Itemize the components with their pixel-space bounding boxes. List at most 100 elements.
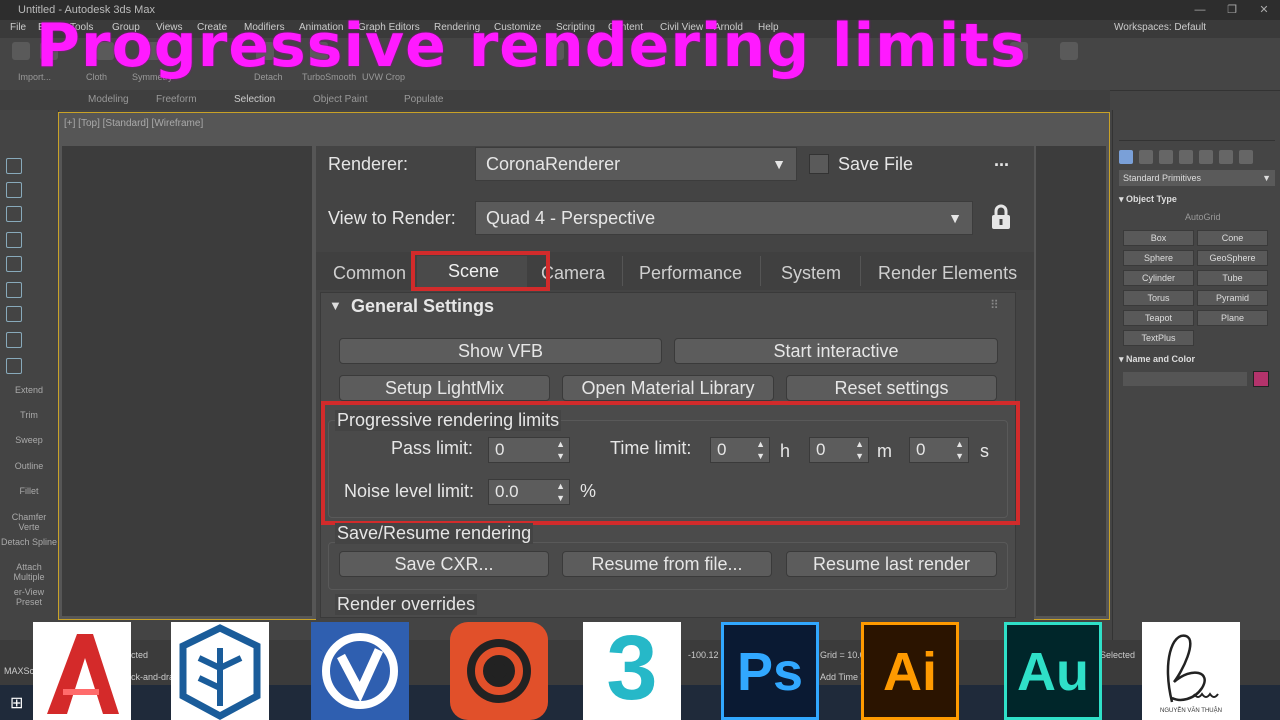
view-to-render-dropdown[interactable]: Quad 4 - Perspective ▼ bbox=[475, 201, 973, 235]
tool-trim[interactable]: Trim bbox=[0, 410, 58, 420]
resume-last-render-button[interactable]: Resume last render bbox=[786, 551, 997, 577]
general-settings-title[interactable]: General Settings bbox=[351, 296, 494, 317]
tab-camera[interactable]: Camera bbox=[541, 263, 605, 284]
sphere-button[interactable]: Sphere bbox=[1123, 250, 1194, 266]
object-name-input[interactable] bbox=[1123, 372, 1247, 386]
reset-settings-button[interactable]: Reset settings bbox=[786, 375, 997, 401]
ribbon-tab-selection[interactable]: Selection bbox=[234, 94, 275, 105]
geometry-icon[interactable] bbox=[1119, 150, 1133, 164]
collapse-triangle-icon[interactable]: ▼ bbox=[329, 298, 342, 313]
save-file-checkbox[interactable] bbox=[809, 154, 829, 174]
progressive-limits-highlight bbox=[321, 401, 1020, 525]
app-signature-logo: NGUYỄN VĂN THUẬN bbox=[1142, 622, 1240, 720]
tool-attach-multiple[interactable]: Attach Multiple bbox=[0, 562, 58, 582]
teapot-button[interactable]: Teapot bbox=[1123, 310, 1194, 326]
torus-button[interactable]: Torus bbox=[1123, 290, 1194, 306]
open-material-library-button[interactable]: Open Material Library bbox=[562, 375, 774, 401]
ribbon-tabs: Modeling Freeform Selection Object Paint… bbox=[0, 90, 1110, 110]
renderer-value: CoronaRenderer bbox=[486, 154, 621, 174]
tool-detach-spline[interactable]: Detach Spline bbox=[0, 537, 58, 547]
tool-sweep[interactable]: Sweep bbox=[0, 435, 58, 445]
name-color-label: Name and Color bbox=[1126, 354, 1196, 364]
ribbon-tab-freeform[interactable]: Freeform bbox=[156, 94, 197, 105]
setup-lightmix-button[interactable]: Setup LightMix bbox=[339, 375, 550, 401]
resume-from-file-button[interactable]: Resume from file... bbox=[562, 551, 772, 577]
start-interactive-button[interactable]: Start interactive bbox=[674, 338, 998, 364]
show-vfb-button[interactable]: Show VFB bbox=[339, 338, 662, 364]
workspace-selector[interactable]: Workspaces: Default bbox=[1114, 22, 1206, 33]
helpers-icon[interactable] bbox=[1199, 150, 1213, 164]
ribbon-tab-object-paint[interactable]: Object Paint bbox=[313, 94, 367, 105]
app-sketchup-icon bbox=[171, 622, 269, 720]
lock-icon[interactable] bbox=[990, 204, 1012, 235]
textplus-button[interactable]: TextPlus bbox=[1123, 330, 1194, 346]
selection-set[interactable]: Selected bbox=[1100, 650, 1135, 660]
refine-icon[interactable] bbox=[6, 332, 22, 348]
primitives-value: Standard Primitives bbox=[1123, 173, 1202, 183]
scale-icon[interactable] bbox=[6, 306, 22, 322]
signature-caption: NGUYỄN VĂN THUẬN bbox=[1160, 708, 1222, 714]
renderer-label: Renderer: bbox=[328, 154, 409, 174]
renderer-dropdown[interactable]: CoronaRenderer ▼ bbox=[475, 147, 797, 181]
tool-fillet[interactable]: Fillet bbox=[0, 486, 58, 496]
tube-button[interactable]: Tube bbox=[1197, 270, 1268, 286]
app-3dsmax-icon: 3 bbox=[583, 622, 681, 720]
add-time-tag[interactable]: Add Time T bbox=[820, 672, 866, 682]
undo-icon[interactable] bbox=[12, 42, 30, 60]
tab-common[interactable]: Common bbox=[333, 263, 406, 284]
ribbon-tab-modeling[interactable]: Modeling bbox=[88, 94, 129, 105]
plane-button[interactable]: Plane bbox=[1197, 310, 1268, 326]
pyramid-button[interactable]: Pyramid bbox=[1197, 290, 1268, 306]
object-type-title[interactable]: ▾ Object Type bbox=[1119, 194, 1275, 205]
viewport-background bbox=[62, 146, 312, 616]
tab-divider bbox=[860, 256, 861, 286]
command-panel: Standard Primitives ▼ ▾ Object Type AutoG… bbox=[1112, 110, 1280, 640]
tool-extend[interactable]: Extend bbox=[0, 385, 58, 395]
minimize-button[interactable]: — bbox=[1184, 0, 1216, 20]
primitives-dropdown[interactable]: Standard Primitives ▼ bbox=[1119, 170, 1275, 186]
view-to-render-value: Quad 4 - Perspective bbox=[486, 208, 656, 228]
chevron-down-icon: ▼ bbox=[948, 210, 962, 226]
app-photoshop-icon: Ps bbox=[721, 622, 819, 720]
shapes-icon[interactable] bbox=[1139, 150, 1153, 164]
save-cxr-button[interactable]: Save CXR... bbox=[339, 551, 549, 577]
cameras-icon[interactable] bbox=[1179, 150, 1193, 164]
geosphere-button[interactable]: GeoSphere bbox=[1197, 250, 1268, 266]
cone-button[interactable]: Cone bbox=[1197, 230, 1268, 246]
spline-icon[interactable] bbox=[6, 206, 22, 222]
app-corona-icon bbox=[450, 622, 548, 720]
menu-file[interactable]: File bbox=[10, 22, 26, 33]
grip-icon: ⠿ bbox=[990, 298, 999, 312]
autogrid-checkbox[interactable]: AutoGrid bbox=[1185, 212, 1221, 222]
tab-performance[interactable]: Performance bbox=[639, 263, 742, 284]
lights-icon[interactable] bbox=[1159, 150, 1173, 164]
restore-button[interactable]: ❐ bbox=[1216, 0, 1248, 20]
app-audition-icon: Au bbox=[1004, 622, 1102, 720]
close-button[interactable]: ✕ bbox=[1248, 0, 1280, 20]
windows-start-icon[interactable]: ⊞ bbox=[10, 693, 23, 713]
viewport-label[interactable]: [+] [Top] [Standard] [Wireframe] bbox=[64, 118, 203, 129]
box-button[interactable]: Box bbox=[1123, 230, 1194, 246]
tab-divider bbox=[622, 256, 623, 286]
ribbon-tab-populate[interactable]: Populate bbox=[404, 94, 443, 105]
rotate-icon[interactable] bbox=[6, 282, 22, 298]
move-icon[interactable] bbox=[6, 256, 22, 272]
more-button[interactable]: ... bbox=[994, 150, 1009, 171]
segment-icon[interactable] bbox=[6, 182, 22, 198]
tab-system[interactable]: System bbox=[781, 263, 841, 284]
paint-icon[interactable] bbox=[6, 232, 22, 248]
render-icon[interactable] bbox=[1060, 42, 1078, 60]
systems-icon[interactable] bbox=[1239, 150, 1253, 164]
tool-chamfer-vertex[interactable]: Chamfer Verte bbox=[0, 512, 58, 532]
tab-render-elements[interactable]: Render Elements bbox=[878, 263, 1017, 284]
spacewarps-icon[interactable] bbox=[1219, 150, 1233, 164]
tab-divider bbox=[760, 256, 761, 286]
cross-icon[interactable] bbox=[6, 358, 22, 374]
cylinder-button[interactable]: Cylinder bbox=[1123, 270, 1194, 286]
name-color-title[interactable]: ▾ Name and Color bbox=[1119, 354, 1275, 365]
object-color-swatch[interactable] bbox=[1253, 371, 1269, 387]
vertex-icon[interactable] bbox=[6, 158, 22, 174]
tool-view-preset[interactable]: er-View Preset bbox=[0, 587, 58, 607]
app-photoshop-glyph: Ps bbox=[736, 642, 804, 702]
tool-outline[interactable]: Outline bbox=[0, 461, 58, 471]
